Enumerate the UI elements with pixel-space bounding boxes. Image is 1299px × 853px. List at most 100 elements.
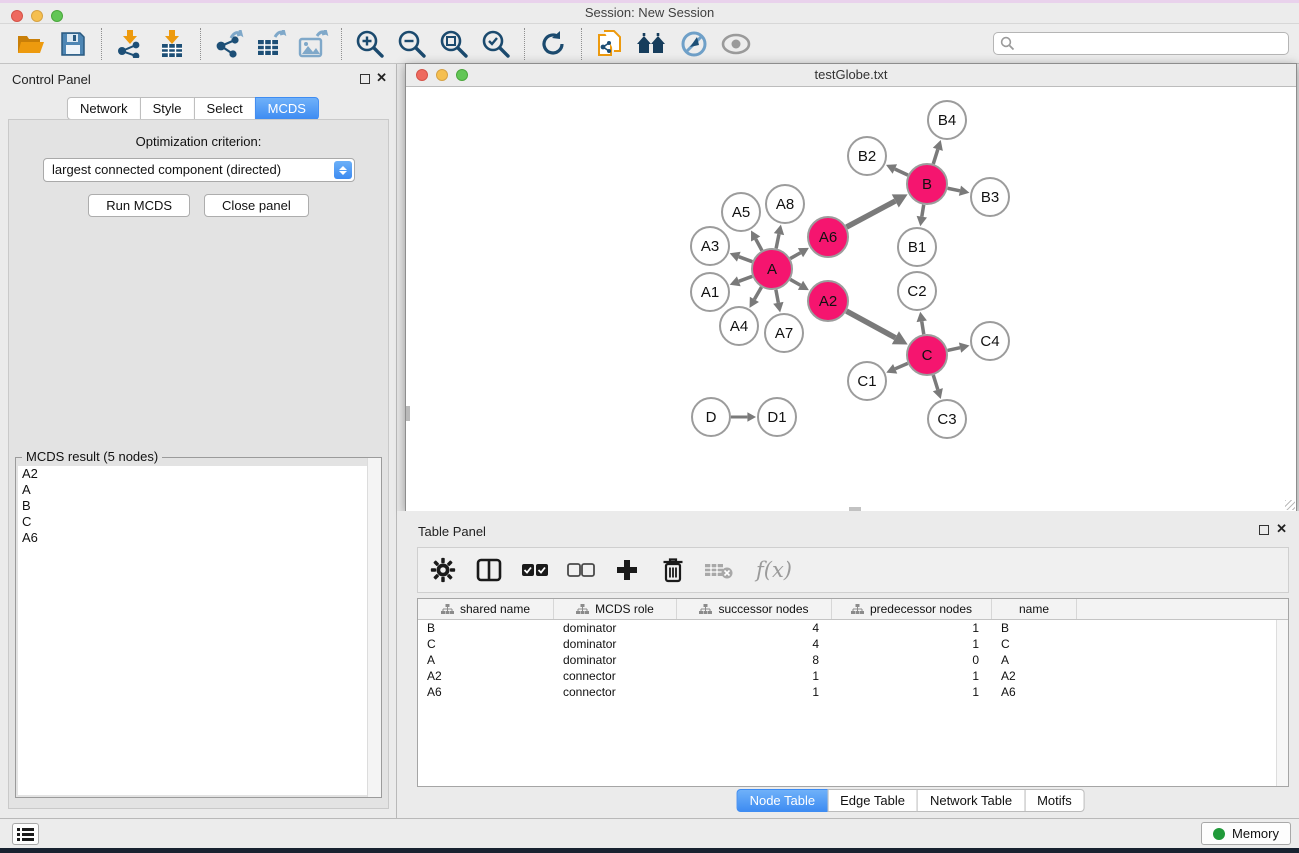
graph-edge-A-A4[interactable] xyxy=(754,287,761,299)
table-panel-float-button[interactable] xyxy=(1259,523,1269,538)
network-canvas[interactable]: AA1A2A3A4A5A6A7A8BB1B2B3B4CC1C2C3C4DD1 xyxy=(406,87,1296,511)
mcds-result-item[interactable]: B xyxy=(18,498,379,514)
table-row[interactable]: Adominator80A xyxy=(418,652,1288,668)
column-header-name[interactable]: name xyxy=(992,599,1077,619)
delete-column-button[interactable] xyxy=(654,552,692,588)
graph-node-D[interactable]: D xyxy=(692,398,730,436)
table-settings-button[interactable] xyxy=(424,552,462,588)
control-panel-float-button[interactable] xyxy=(360,72,370,87)
graph-node-B[interactable]: B xyxy=(907,164,947,204)
close-window-button[interactable] xyxy=(11,10,23,22)
add-column-button[interactable] xyxy=(608,552,646,588)
zoom-fit-button[interactable] xyxy=(433,26,475,62)
graph-node-D1[interactable]: D1 xyxy=(758,398,796,436)
graph-node-C[interactable]: C xyxy=(907,335,947,375)
table-row[interactable]: A2connector11A2 xyxy=(418,668,1288,684)
table-row[interactable]: A6connector11A6 xyxy=(418,684,1288,700)
tab-style[interactable]: Style xyxy=(140,97,195,120)
graph-node-A4[interactable]: A4 xyxy=(720,307,758,345)
tab-select[interactable]: Select xyxy=(194,97,256,120)
graph-node-B4[interactable]: B4 xyxy=(928,101,966,139)
graph-edge-B-B2[interactable] xyxy=(895,169,908,175)
column-header-shared-name[interactable]: shared name xyxy=(418,599,554,619)
zoom-network-button[interactable] xyxy=(456,69,468,81)
mcds-result-item[interactable]: A6 xyxy=(18,530,379,546)
graph-edge-B-B1[interactable] xyxy=(922,205,924,217)
graph-edge-A-A7[interactable] xyxy=(776,290,778,303)
result-list-scrollbar[interactable] xyxy=(367,458,381,797)
select-all-checkboxes-button[interactable] xyxy=(516,552,554,588)
column-header-predecessor-nodes[interactable]: predecessor nodes xyxy=(832,599,992,619)
minimize-network-button[interactable] xyxy=(436,69,448,81)
delete-table-button[interactable] xyxy=(700,552,738,588)
close-network-button[interactable] xyxy=(416,69,428,81)
show-graphics-details-button[interactable] xyxy=(715,26,757,62)
graph-node-B1[interactable]: B1 xyxy=(898,228,936,266)
refresh-button[interactable] xyxy=(532,26,574,62)
criterion-select[interactable]: largest connected component (directed) xyxy=(43,158,355,182)
mcds-result-item[interactable]: A xyxy=(18,482,379,498)
mcds-result-list[interactable]: A2ABCA6 xyxy=(18,466,379,795)
graph-node-C2[interactable]: C2 xyxy=(898,272,936,310)
graph-edge-C-C2[interactable] xyxy=(922,321,924,334)
graph-node-B3[interactable]: B3 xyxy=(971,178,1009,216)
graph-node-A1[interactable]: A1 xyxy=(691,273,729,311)
split-columns-button[interactable] xyxy=(470,552,508,588)
import-table-button[interactable] xyxy=(151,26,193,62)
hide-graphics-details-button[interactable] xyxy=(673,26,715,62)
run-mcds-button[interactable]: Run MCDS xyxy=(88,194,190,217)
graph-edge-A-A1[interactable] xyxy=(739,276,753,281)
graph-edge-A-A3[interactable] xyxy=(739,257,753,262)
show-task-history-button[interactable] xyxy=(12,823,39,845)
graph-node-A[interactable]: A xyxy=(752,249,792,289)
zoom-selected-button[interactable] xyxy=(475,26,517,62)
control-panel-close-button[interactable]: ✕ xyxy=(376,70,387,86)
column-header-successor-nodes[interactable]: successor nodes xyxy=(677,599,832,619)
graph-node-A3[interactable]: A3 xyxy=(691,227,729,265)
mcds-result-item[interactable]: C xyxy=(18,514,379,530)
export-table-button[interactable] xyxy=(250,26,292,62)
open-session-button[interactable] xyxy=(10,26,52,62)
graph-node-C3[interactable]: C3 xyxy=(928,400,966,438)
graph-node-A5[interactable]: A5 xyxy=(722,193,760,231)
close-panel-button[interactable]: Close panel xyxy=(204,194,309,217)
graph-edge-B-B4[interactable] xyxy=(933,149,938,164)
tab-network-table[interactable]: Network Table xyxy=(917,789,1025,812)
network-window-titlebar[interactable]: testGlobe.txt xyxy=(406,64,1296,87)
graph-node-A7[interactable]: A7 xyxy=(765,314,803,352)
column-header-mcds-role[interactable]: MCDS role xyxy=(554,599,677,619)
graph-edge-C-C3[interactable] xyxy=(933,375,938,390)
table-row[interactable]: Cdominator41C xyxy=(418,636,1288,652)
zoom-out-button[interactable] xyxy=(391,26,433,62)
graph-edge-A-A5[interactable] xyxy=(756,239,762,251)
tab-mcds[interactable]: MCDS xyxy=(255,97,319,120)
graph-edge-A-A8[interactable] xyxy=(776,234,779,248)
zoom-window-button[interactable] xyxy=(51,10,63,22)
graph-edge-A6-B[interactable] xyxy=(847,201,896,227)
export-network-button[interactable] xyxy=(208,26,250,62)
network-file-button[interactable] xyxy=(589,26,631,62)
save-session-button[interactable] xyxy=(52,26,94,62)
home-button[interactable] xyxy=(631,26,673,62)
graph-edge-C-C4[interactable] xyxy=(947,348,960,351)
apply-function-button[interactable]: f(x) xyxy=(746,552,802,588)
tab-motifs[interactable]: Motifs xyxy=(1024,789,1085,812)
graph-node-C1[interactable]: C1 xyxy=(848,362,886,400)
mcds-result-item[interactable]: A2 xyxy=(18,466,379,482)
table-panel-close-button[interactable]: ✕ xyxy=(1276,521,1287,537)
network-resize-grip[interactable] xyxy=(1285,500,1295,510)
graph-node-A6[interactable]: A6 xyxy=(808,217,848,257)
graph-edge-C-C1[interactable] xyxy=(895,363,908,368)
minimize-window-button[interactable] xyxy=(31,10,43,22)
table-scrollbar[interactable] xyxy=(1276,620,1288,786)
search-input[interactable] xyxy=(993,32,1289,55)
export-image-button[interactable] xyxy=(292,26,334,62)
memory-button[interactable]: Memory xyxy=(1201,822,1291,845)
zoom-in-button[interactable] xyxy=(349,26,391,62)
tab-node-table[interactable]: Node Table xyxy=(737,789,829,812)
network-vscroll-thumb[interactable] xyxy=(406,406,410,421)
graph-node-A2[interactable]: A2 xyxy=(808,281,848,321)
graph-edge-A-A2[interactable] xyxy=(790,279,800,285)
graph-node-B2[interactable]: B2 xyxy=(848,137,886,175)
graph-node-A8[interactable]: A8 xyxy=(766,185,804,223)
